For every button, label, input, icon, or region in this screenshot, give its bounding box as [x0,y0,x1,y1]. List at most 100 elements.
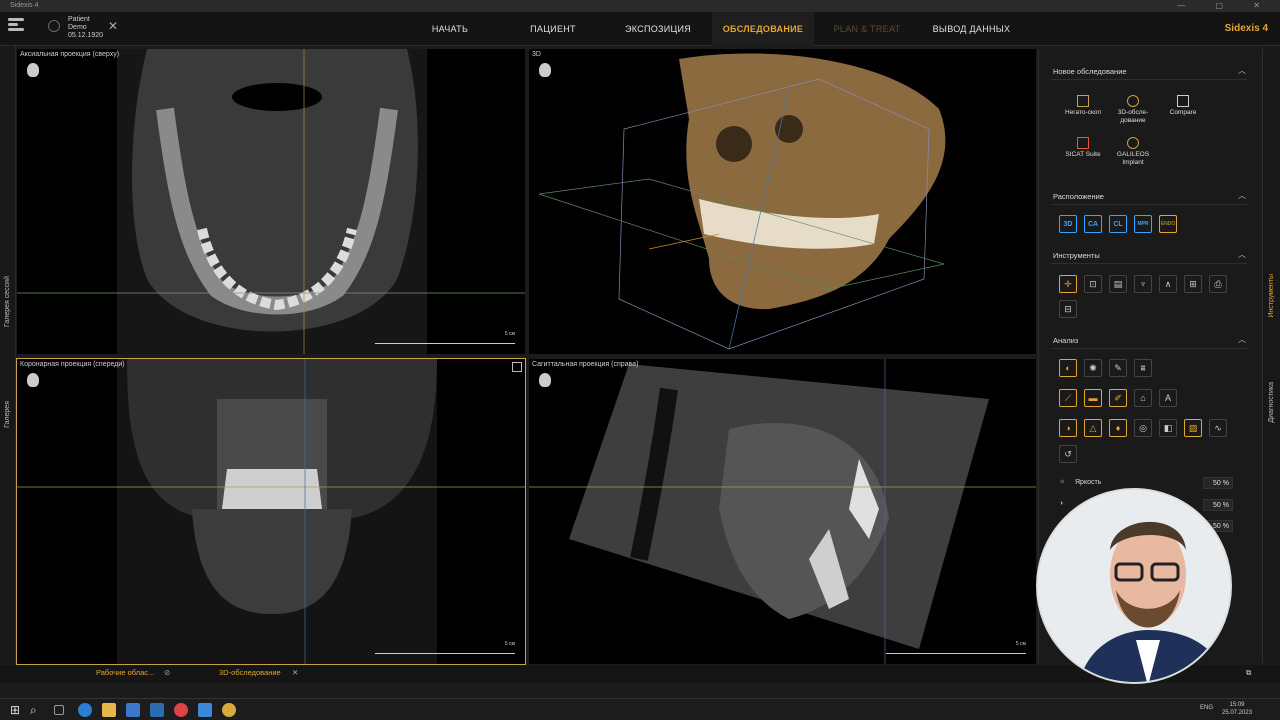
tools-header[interactable]: Инструменты [1053,251,1100,260]
filter-tool-icon[interactable]: ◧ [1159,419,1177,437]
negatoscope-app[interactable]: Негато-скоп [1063,95,1103,117]
collapse-layout-icon[interactable]: ︿ [1238,190,1246,201]
nav-plan-treat[interactable]: PLAN & TREAT [822,12,912,46]
collapse-analysis-icon[interactable]: ︿ [1238,334,1246,345]
contrast-tool-icon[interactable]: ◑ [1059,419,1077,437]
contrast-value[interactable]: 50 % [1203,499,1233,511]
image-tool-icon[interactable]: ▨ [1184,419,1202,437]
ruler-tool-icon[interactable]: ▬ [1084,389,1102,407]
patient-avatar-icon [48,20,60,32]
workspaces-close-icon[interactable]: ⊘ [164,668,170,677]
task-view-icon[interactable] [54,705,64,715]
axial-scale-bar: 5 см [375,331,515,344]
mail-icon[interactable] [150,703,164,717]
crosshair-tool-icon[interactable]: ✛ [1059,275,1077,293]
explorer-icon[interactable] [102,703,116,717]
nerve-tool-icon[interactable]: ∧ [1159,275,1177,293]
coronal-ct-image [17,359,525,664]
panoramic-curve-tool-icon[interactable]: ⊡ [1084,275,1102,293]
nav-start[interactable]: НАЧАТЬ [410,12,490,46]
text-tool-icon[interactable]: A [1159,389,1177,407]
layout-mpr-button[interactable]: MPR [1134,215,1152,233]
negatoscope-icon [1077,95,1089,107]
layout-ca-button[interactable]: CA [1084,215,1102,233]
circle-tool-icon[interactable]: ◎ [1134,419,1152,437]
threed-viewport[interactable]: 3D [529,49,1036,354]
3d-exam-icon [1127,95,1139,107]
3d-exam-tab[interactable]: 3D-обследование [219,668,281,677]
diagnostics-strip-tab[interactable]: Диагностика [1268,382,1275,423]
distance-tool-icon[interactable]: ⟋ [1059,389,1077,407]
maximize-icon[interactable] [512,362,522,372]
tooth-tool-icon[interactable]: ♆ [1134,275,1152,293]
search-icon[interactable]: ⌕ [30,703,44,717]
nav-output[interactable]: ВЫВОД ДАННЫХ [924,12,1019,46]
axial-label: Аксиальная проекция (сверху) [20,51,120,58]
workspaces-tab[interactable]: Рабочие облас... [96,668,154,677]
coronal-label: Коронарная проекция (спереди) [20,361,125,368]
teeth-tool-icon[interactable]: ⩩ [1134,359,1152,377]
app-icon[interactable] [198,703,212,717]
presenter-webcam-overlay [1036,488,1232,684]
brightness-auto-icon[interactable]: ✺ [1084,359,1102,377]
exam-tab-close-icon[interactable]: ✕ [292,668,298,677]
export-tool-icon[interactable]: ⊟ [1059,300,1077,318]
compare-app[interactable]: Compare [1163,95,1203,117]
session-gallery-tab[interactable]: Галерея сессий [4,276,11,327]
curve-tool-icon[interactable]: ∿ [1209,419,1227,437]
close-patient-icon[interactable]: ✕ [108,20,118,32]
orientation-head-icon[interactable] [27,63,39,77]
sagittal-scale-bar: 5 см [886,641,1026,654]
orientation-head-icon[interactable] [27,373,39,387]
store-icon[interactable] [126,703,140,717]
edge-icon[interactable] [78,703,92,717]
reset-tool-icon[interactable]: ↺ [1059,445,1077,463]
new-exam-header[interactable]: Новое обследование [1053,67,1127,76]
nav-exposure[interactable]: ЭКСПОЗИЦИЯ [612,12,704,46]
undock-icon[interactable]: ⧉ [1246,668,1251,678]
layout-header[interactable]: Расположение [1053,192,1104,201]
brightness-icon: ☼ [1059,478,1066,485]
print-tool-icon[interactable]: ⎙ [1209,275,1227,293]
clock[interactable]: 15:09 25.07.2023 [1222,701,1252,717]
coronal-viewport[interactable]: Коронарная проекция (спереди) 5 см [16,358,526,665]
layout-endo-button[interactable]: ENDO [1159,215,1177,233]
density-tool-icon[interactable]: ◐ [1059,359,1077,377]
start-icon[interactable]: ⊞ [10,703,24,717]
triangle-tool-icon[interactable]: △ [1084,419,1102,437]
chrome-icon[interactable] [174,703,188,717]
app-logo-icon[interactable] [8,18,24,32]
collapse-new-exam-icon[interactable]: ︿ [1238,65,1246,76]
window-controls[interactable]: — ▢ ✕ [1177,1,1274,10]
stamp-tool-icon[interactable]: ⌂ [1134,389,1152,407]
sagittal-label: Сагиттальная проекция (справа) [532,361,639,368]
implant-tool-icon[interactable]: ⊞ [1184,275,1202,293]
orientation-head-icon[interactable] [539,63,551,77]
sidexis-taskbar-icon[interactable] [222,703,236,717]
tools-strip-tab[interactable]: Инструменты [1268,274,1275,318]
brightness-value[interactable]: 50 % [1203,477,1233,489]
galileos-implant-app[interactable]: GALILEOS Implant [1113,137,1153,167]
orientation-head-icon[interactable] [539,373,551,387]
nav-patient[interactable]: ПАЦИЕНТ [513,12,593,46]
nav-examination[interactable]: ОБСЛЕДОВАНИЕ [712,12,814,46]
compare-icon [1177,95,1189,107]
sicat-suite-app[interactable]: SICAT Suite [1063,137,1103,159]
presenter-video [1038,490,1230,682]
collapse-tools-icon[interactable]: ︿ [1238,249,1246,260]
layout-3d-button[interactable]: 3D [1059,215,1077,233]
gallery-tab[interactable]: Галерея [4,401,11,428]
threed-label: 3D [532,51,541,58]
drop-tool-icon[interactable]: ♦ [1109,419,1127,437]
pipette-tool-icon[interactable]: ✎ [1109,359,1127,377]
language-indicator[interactable]: ENG [1200,705,1213,711]
patient-dob: 05.12.1920 [68,32,104,39]
3d-exam-app[interactable]: 3D-обсле-дование [1113,95,1153,125]
window-title: Sidexis 4 [10,2,39,9]
axial-viewport[interactable]: Аксиальная проекция (сверху) 5 см [17,49,525,354]
pencil-tool-icon[interactable]: ✐ [1109,389,1127,407]
analysis-header[interactable]: Анализ [1053,336,1078,345]
sagittal-viewport[interactable]: Сагиттальная проекция (справа) 5 см [529,359,1036,664]
slice-tool-icon[interactable]: ▤ [1109,275,1127,293]
layout-cl-button[interactable]: CL [1109,215,1127,233]
